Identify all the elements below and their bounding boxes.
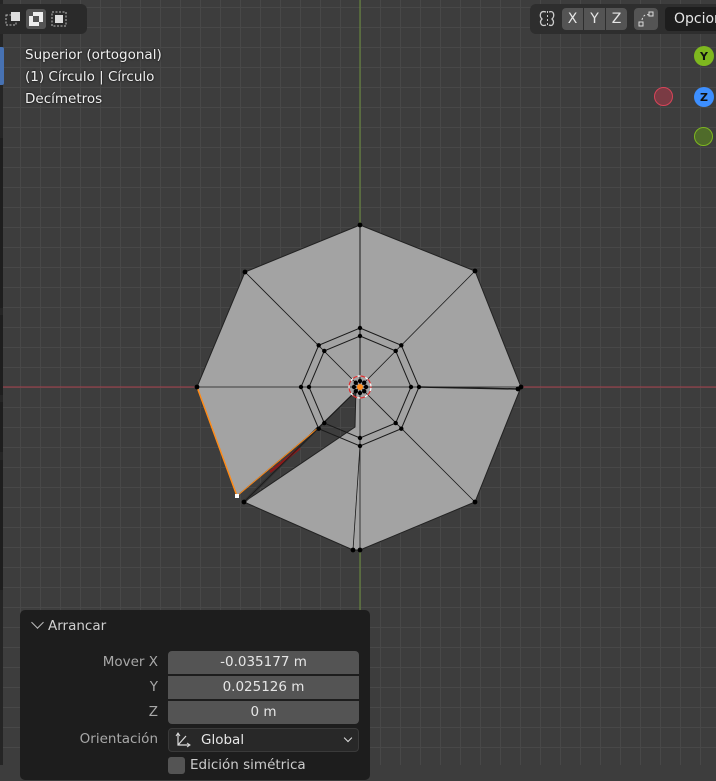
orientation-value: Global: [201, 732, 245, 748]
move-y-label: Y: [149, 679, 158, 695]
mesh-vertex: [194, 384, 200, 390]
active-tool-indicator: [0, 47, 4, 85]
selected-vertex: [235, 494, 239, 498]
gizmo-neg-y-axis[interactable]: [694, 127, 713, 146]
orientation-icon: [175, 732, 191, 755]
mesh-vertex: [357, 390, 363, 396]
mesh-vertex: [357, 333, 363, 339]
move-z-field[interactable]: 0 m: [168, 701, 359, 724]
mesh-vertex: [357, 547, 363, 553]
gizmo-neg-x-axis[interactable]: [654, 87, 673, 106]
mesh-vertex: [350, 547, 356, 553]
orientation-dropdown[interactable]: Global: [168, 728, 359, 752]
mesh-vertex: [298, 384, 304, 390]
unit-scale: Decímetros: [25, 91, 103, 107]
butterfly-mirror-icon[interactable]: [537, 9, 557, 33]
toolbar-edge: [0, 0, 3, 765]
symmetric-edit-label: Edición simétrica: [190, 757, 306, 773]
viewport-info: Superior (ortogonal) (1) Círculo | Círcu…: [25, 44, 162, 110]
mesh-vertex: [353, 380, 358, 385]
mesh-vertex: [322, 420, 327, 426]
mesh-vertex: [472, 499, 478, 505]
mesh-vertex: [322, 348, 327, 354]
orientation-label: Orientación: [79, 731, 158, 747]
mesh-vertex: [393, 420, 398, 426]
move-y-field[interactable]: 0.025126 m: [168, 676, 359, 699]
move-x-field[interactable]: -0.035177 m: [168, 651, 359, 674]
select-subtract-icon[interactable]: [49, 9, 69, 29]
mesh-vertex: [357, 435, 363, 441]
mirror-y-button[interactable]: Y: [584, 8, 605, 30]
move-x-label: Mover X: [102, 654, 158, 670]
gizmo-z-axis[interactable]: Z: [694, 87, 714, 107]
object-origin-icon: [357, 384, 363, 390]
select-new-icon[interactable]: [3, 9, 23, 29]
mesh-vertex: [515, 386, 521, 392]
mesh-vertex: [241, 499, 247, 505]
mesh-vertex: [399, 343, 404, 348]
chevron-down-icon: [31, 616, 44, 629]
mesh-vertex: [316, 343, 321, 348]
view-name: Superior (ortogonal): [25, 47, 162, 63]
mesh-vertex: [357, 325, 363, 331]
mesh-vertex: [357, 378, 363, 384]
mesh-vertex: [393, 348, 398, 354]
mirror-z-button[interactable]: Z: [606, 8, 627, 30]
mesh-vertex: [362, 380, 367, 385]
operator-panel: Arrancar Mover X -0.035177 m Y 0.025126 …: [20, 610, 370, 780]
mesh-vertex: [363, 384, 369, 390]
chevron-down-icon: [343, 733, 353, 743]
symmetric-edit-checkbox[interactable]: [168, 757, 185, 774]
mesh-vertex: [306, 384, 312, 390]
options-dropdown[interactable]: Opciones: [665, 7, 716, 31]
mesh-vertex: [351, 384, 357, 390]
mesh-vertex: [242, 269, 248, 275]
mirror-x-button[interactable]: X: [562, 8, 583, 30]
mesh-vertex: [408, 384, 414, 390]
mesh-vertex: [416, 384, 422, 390]
mesh-vertex: [357, 443, 363, 449]
panel-header[interactable]: Arrancar: [31, 616, 107, 634]
select-extend-icon[interactable]: [26, 9, 46, 29]
mesh-vertex: [357, 222, 363, 228]
panel-title: Arrancar: [48, 618, 107, 634]
mesh-vertex: [316, 426, 321, 431]
mesh-vertex: [472, 268, 478, 274]
proportional-edit-icon[interactable]: [634, 8, 658, 30]
selection-mode-toolbar: [0, 4, 87, 34]
gizmo-y-axis[interactable]: Y: [694, 46, 714, 66]
move-z-label: Z: [148, 704, 158, 720]
mesh-vertex: [353, 389, 358, 394]
object-info: (1) Círculo | Círculo: [25, 69, 155, 85]
mesh-vertex: [399, 426, 404, 431]
mesh-vertex: [362, 389, 367, 394]
